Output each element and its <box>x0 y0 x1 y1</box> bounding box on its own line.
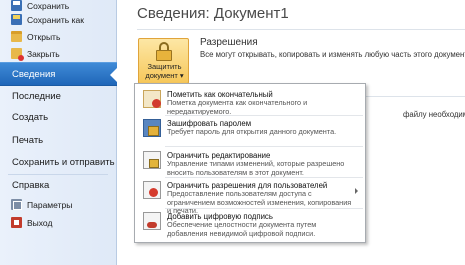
sidebar-item-label: Создать <box>12 112 49 123</box>
menu-item-description: Требует пароль для открытия данного доку… <box>167 127 337 136</box>
sidebar-item-new[interactable]: Создать <box>0 106 117 129</box>
sidebar-item-save-as[interactable]: Сохранить как <box>0 11 117 28</box>
restrict-editing-icon <box>143 151 161 169</box>
sidebar-item-label: Выход <box>27 217 53 228</box>
restrict-permissions-icon <box>143 181 161 199</box>
sidebar-item-label: Сохранить <box>27 0 70 11</box>
sidebar-item-label: Последние <box>12 91 61 102</box>
menu-item-description: Пометка документа как окончательного и н… <box>167 98 308 116</box>
sidebar-item-recent[interactable]: Последние <box>0 85 117 108</box>
sidebar-item-open[interactable]: Открыть <box>0 28 117 45</box>
encrypt-password-icon <box>143 119 161 137</box>
background-text-fragment: файлу необходим <box>403 110 465 119</box>
sidebar-item-help[interactable]: Справка <box>0 174 117 197</box>
options-icon <box>11 199 22 210</box>
save-as-icon <box>11 14 22 25</box>
menu-item-description: Управление типами изменений, которые раз… <box>167 159 345 177</box>
exit-icon <box>11 217 22 228</box>
sidebar-item-label: Параметры <box>27 199 73 210</box>
sidebar-item-label: Сохранить и отправить <box>12 157 115 168</box>
permissions-description: Все могут открывать, копировать и изменя… <box>200 50 465 59</box>
backstage-sidebar: Сохранить Сохранить как Открыть Закрыть … <box>0 0 118 265</box>
menu-item-mark-final[interactable]: Пометить как окончательный Пометка докум… <box>135 87 365 117</box>
menu-item-description: Обеспечение целостности документа путем … <box>167 220 317 238</box>
close-document-icon <box>11 48 24 61</box>
sidebar-item-save-and-send[interactable]: Сохранить и отправить <box>0 151 117 174</box>
sidebar-item-info[interactable]: Сведения <box>0 62 118 86</box>
sidebar-item-exit[interactable]: Выход <box>0 214 117 231</box>
protect-document-button[interactable]: Защитить документ ▾ <box>138 38 189 84</box>
title-divider <box>137 29 465 30</box>
sidebar-item-options[interactable]: Параметры <box>0 196 117 213</box>
menu-item-restrict-permissions[interactable]: Ограничить разрешения для пользователей … <box>135 178 365 215</box>
lock-icon <box>155 42 173 62</box>
sidebar-item-close[interactable]: Закрыть <box>0 45 117 62</box>
sidebar-item-label: Сохранить как <box>27 14 84 25</box>
submenu-arrow-icon <box>355 188 358 194</box>
sidebar-item-label: Сведения <box>12 68 56 80</box>
sidebar-item-label: Справка <box>12 180 50 191</box>
menu-item-encrypt-password[interactable]: Зашифровать паролем Требует пароль для о… <box>135 116 365 146</box>
sidebar-item-label: Печать <box>12 135 44 146</box>
open-folder-icon <box>11 31 22 42</box>
permissions-heading: Разрешения <box>200 37 258 48</box>
menu-divider <box>165 146 363 147</box>
sidebar-item-label: Закрыть <box>27 48 60 59</box>
page-title: Сведения: Документ1 <box>137 5 289 22</box>
menu-item-digital-signature[interactable]: Добавить цифровую подпись Обеспечение це… <box>135 209 365 239</box>
protect-document-menu: Пометить как окончательный Пометка докум… <box>134 83 366 243</box>
protect-document-label: Защитить документ ▾ <box>139 62 190 80</box>
digital-signature-icon <box>143 212 161 230</box>
protect-label-line2: документ ▾ <box>145 71 184 80</box>
menu-item-restrict-editing[interactable]: Ограничить редактирование Управление тип… <box>135 148 365 178</box>
sidebar-item-label: Открыть <box>27 31 61 42</box>
save-icon <box>11 0 22 11</box>
protect-label-line1: Защитить <box>147 62 182 71</box>
sidebar-item-print[interactable]: Печать <box>0 129 117 152</box>
mark-final-icon <box>143 90 161 108</box>
